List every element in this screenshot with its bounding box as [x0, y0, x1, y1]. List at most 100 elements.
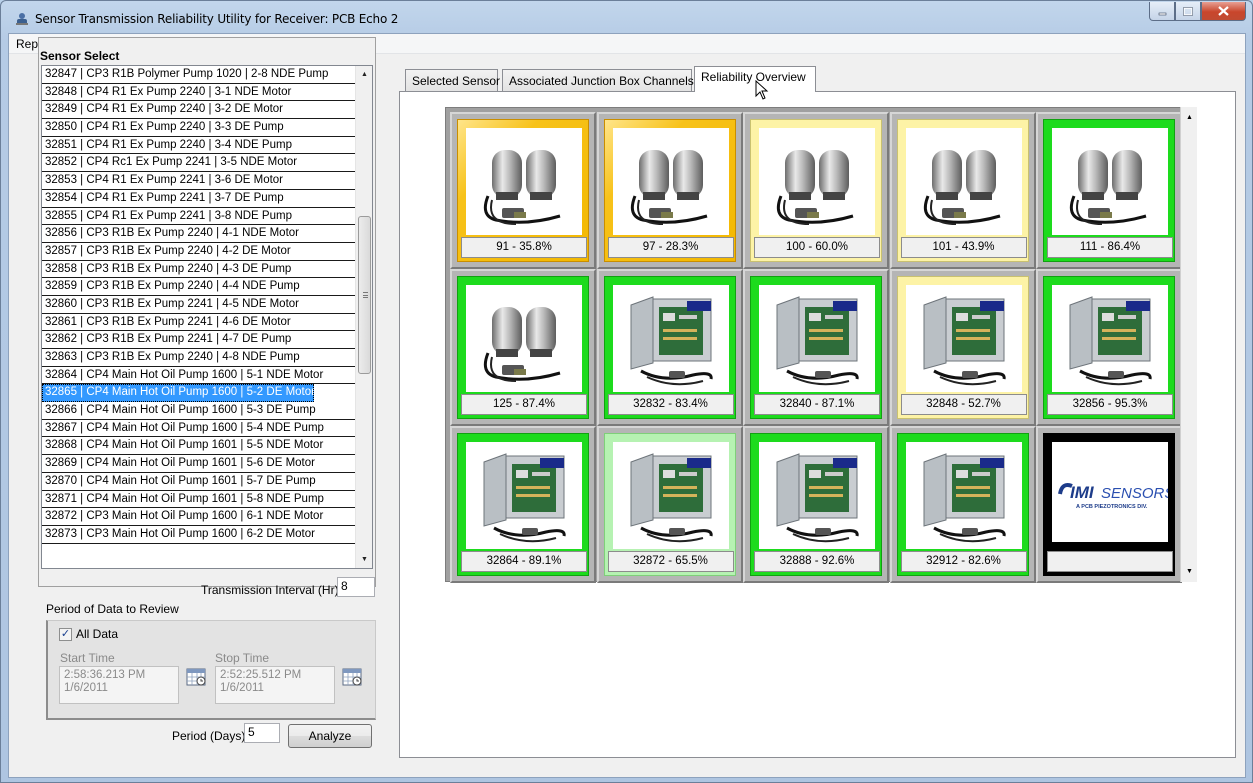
reliability-tile[interactable]: 101 - 43.9%: [889, 112, 1036, 269]
all-data-checkbox[interactable]: ✓: [59, 628, 72, 641]
tile-image: [905, 285, 1022, 392]
sensor-list-scrollbar[interactable]: ▲ ▼: [355, 66, 372, 568]
sensor-list-item[interactable]: 32848 | CP4 R1 Ex Pump 2240 | 3-1 NDE Mo…: [42, 84, 355, 102]
stop-time-value: 2:52:25.512 PM: [220, 669, 302, 681]
sensor-list-item[interactable]: 32861 | CP3 R1B Ex Pump 2241 | 4-6 DE Mo…: [42, 314, 355, 332]
calendar-icon[interactable]: [186, 667, 207, 687]
reliability-tile[interactable]: 111 - 86.4%: [1036, 112, 1182, 269]
tile-label: 32912 - 82.6%: [900, 551, 1027, 572]
analyze-button[interactable]: Analyze: [288, 724, 372, 748]
sensor-list-item[interactable]: 32863 | CP3 R1B Ex Pump 2240 | 4-8 NDE P…: [42, 349, 355, 367]
tile-label: 32864 - 89.1%: [461, 551, 587, 572]
sensor-list-item[interactable]: 32847 | CP3 R1B Polymer Pump 1020 | 2-8 …: [42, 66, 355, 84]
sensor-list-item[interactable]: 32857 | CP3 R1B Ex Pump 2240 | 4-2 DE Mo…: [42, 243, 355, 261]
tile-label: 125 - 87.4%: [461, 394, 587, 415]
sensor-listbox[interactable]: 32847 | CP3 R1B Polymer Pump 1020 | 2-8 …: [41, 65, 373, 569]
wireless-sensor-image: [483, 307, 561, 382]
sensor-list-item[interactable]: 32866 | CP4 Main Hot Oil Pump 1600 | 5-3…: [42, 402, 355, 420]
junction-box-image: [776, 453, 859, 543]
tile-status-frame: 32864 - 89.1%: [457, 433, 589, 576]
sensor-list-item[interactable]: 32849 | CP4 R1 Ex Pump 2240 | 3-2 DE Mot…: [42, 101, 355, 120]
tile-status-frame: 32848 - 52.7%: [896, 276, 1029, 419]
start-time-picker[interactable]: 2:58:36.213 PM 1/6/2011: [59, 666, 179, 704]
reliability-tile[interactable]: 97 - 28.3%: [596, 112, 743, 269]
tile-label: 32872 - 65.5%: [607, 551, 734, 572]
tile-image: [612, 442, 729, 549]
reliability-tile[interactable]: 32864 - 89.1%: [450, 426, 596, 583]
tile-status-frame: 111 - 86.4%: [1043, 119, 1175, 262]
sensor-list-item[interactable]: 32862 | CP3 R1B Ex Pump 2241 | 4-7 DE Pu…: [42, 331, 355, 349]
scroll-down-arrow-icon[interactable]: ▼: [1181, 563, 1198, 580]
reliability-tile[interactable]: 100 - 60.0%: [743, 112, 889, 269]
junction-box-image: [923, 453, 1006, 543]
scroll-thumb[interactable]: [358, 216, 371, 374]
reliability-tile[interactable]: 32832 - 83.4%: [596, 269, 743, 426]
tile-image: [1052, 128, 1168, 235]
minimize-button[interactable]: [1149, 2, 1175, 21]
sensor-list-item[interactable]: 32856 | CP3 R1B Ex Pump 2240 | 4-1 NDE M…: [42, 225, 355, 243]
start-time-label: Start Time: [60, 651, 115, 665]
sensor-list-item[interactable]: 32855 | CP4 R1 Ex Pump 2241 | 3-8 NDE Pu…: [42, 208, 355, 226]
sensor-list-item[interactable]: 32871 | CP4 Main Hot Oil Pump 1601 | 5-8…: [42, 491, 355, 509]
tile-status-frame: IMI SENSORS A PCB PIEZOTRONICS DIV.: [1043, 433, 1175, 576]
sensor-list-item[interactable]: 32859 | CP3 R1B Ex Pump 2240 | 4-4 NDE P…: [42, 278, 355, 296]
all-data-label[interactable]: All Data: [76, 627, 118, 641]
sensor-list-item[interactable]: 32864 | CP4 Main Hot Oil Pump 1600 | 5-1…: [42, 367, 355, 385]
tile-label: 91 - 35.8%: [461, 237, 587, 258]
start-date-value: 1/6/2011: [64, 682, 108, 694]
sensor-list-item[interactable]: 32852 | CP4 Rc1 Ex Pump 2241 | 3-5 NDE M…: [42, 154, 355, 173]
tile-status-frame: 32912 - 82.6%: [896, 433, 1029, 576]
reliability-tile[interactable]: 32848 - 52.7%: [889, 269, 1036, 426]
stop-time-picker[interactable]: 2:52:25.512 PM 1/6/2011: [215, 666, 335, 704]
tab-associated-junction-box-channels[interactable]: Associated Junction Box Channels: [502, 69, 694, 91]
minimize-icon: [1158, 12, 1166, 15]
sensor-list-item[interactable]: 32872 | CP3 Main Hot Oil Pump 1600 | 6-1…: [42, 508, 355, 526]
logo-tile[interactable]: IMI SENSORS A PCB PIEZOTRONICS DIV.: [1036, 426, 1182, 583]
sensor-list-item[interactable]: 32870 | CP4 Main Hot Oil Pump 1601 | 5-7…: [42, 473, 355, 491]
reliability-tile[interactable]: 125 - 87.4%: [450, 269, 596, 426]
sensor-list-item[interactable]: 32853 | CP4 R1 Ex Pump 2241 | 3-6 DE Mot…: [42, 172, 355, 190]
sensor-list-item[interactable]: 32851 | CP4 R1 Ex Pump 2240 | 3-4 NDE Pu…: [42, 137, 355, 155]
reliability-tile[interactable]: 32872 - 65.5%: [596, 426, 743, 583]
period-days-input[interactable]: 5: [244, 723, 280, 743]
sensor-list-item[interactable]: 32858 | CP3 R1B Ex Pump 2240 | 4-3 DE Pu…: [42, 261, 355, 279]
sensor-list-item[interactable]: 32873 | CP3 Main Hot Oil Pump 1600 | 6-2…: [42, 526, 355, 544]
reliability-tile[interactable]: 32888 - 92.6%: [743, 426, 889, 583]
tile-status-frame: 32832 - 83.4%: [603, 276, 736, 419]
title-bar[interactable]: Sensor Transmission Reliability Utility …: [1, 1, 1252, 33]
maximize-button[interactable]: [1175, 2, 1201, 21]
mouse-cursor-icon: [755, 80, 769, 100]
sensor-list-item[interactable]: 32867 | CP4 Main Hot Oil Pump 1600 | 5-4…: [42, 420, 355, 438]
tile-image: IMI SENSORS A PCB PIEZOTRONICS DIV.: [1052, 442, 1168, 542]
sensor-list-item[interactable]: 32865 | CP4 Main Hot Oil Pump 1600 | 5-2…: [42, 384, 314, 403]
sensor-list-item[interactable]: 32854 | CP4 R1 Ex Pump 2241 | 3-7 DE Pum…: [42, 190, 355, 208]
tile-status-frame: 101 - 43.9%: [896, 119, 1029, 262]
tile-status-frame: 32872 - 65.5%: [603, 433, 736, 576]
wireless-sensor-image: [630, 150, 707, 225]
reliability-tile[interactable]: 32912 - 82.6%: [889, 426, 1036, 583]
calendar-icon[interactable]: [342, 667, 363, 687]
sensor-list-item[interactable]: 32860 | CP3 R1B Ex Pump 2241 | 4-5 NDE M…: [42, 296, 355, 314]
scroll-up-arrow-icon[interactable]: ▲: [356, 66, 372, 83]
reliability-tile[interactable]: 32856 - 95.3%: [1036, 269, 1182, 426]
wireless-sensor-image: [776, 150, 854, 225]
tile-status-frame: 32888 - 92.6%: [750, 433, 882, 576]
reliability-tile[interactable]: 32840 - 87.1%: [743, 269, 889, 426]
sensor-list-item[interactable]: 32868 | CP4 Main Hot Oil Pump 1601 | 5-5…: [42, 437, 355, 456]
sensor-list-item[interactable]: 32850 | CP4 R1 Ex Pump 2240 | 3-3 DE Pum…: [42, 119, 355, 137]
reliability-tile[interactable]: 91 - 35.8%: [450, 112, 596, 269]
tile-image: [759, 442, 875, 549]
transmission-interval-label: Transmission Interval (Hr): [201, 583, 339, 597]
tile-image: [759, 128, 875, 235]
tile-status-frame: 97 - 28.3%: [603, 119, 736, 262]
junction-box-image: [483, 453, 566, 543]
transmission-interval-input[interactable]: 8: [337, 577, 375, 597]
grid-scrollbar[interactable]: ▲ ▼: [1180, 107, 1197, 582]
tile-label: 97 - 28.3%: [607, 237, 734, 258]
scroll-down-arrow-icon[interactable]: ▼: [356, 551, 372, 568]
scroll-up-arrow-icon[interactable]: ▲: [1181, 109, 1198, 126]
maximize-icon: [1183, 6, 1193, 16]
close-button[interactable]: [1201, 2, 1246, 21]
tab-selected-sensor[interactable]: Selected Sensor: [405, 69, 500, 91]
sensor-list-item[interactable]: 32869 | CP4 Main Hot Oil Pump 1601 | 5-6…: [42, 455, 355, 473]
